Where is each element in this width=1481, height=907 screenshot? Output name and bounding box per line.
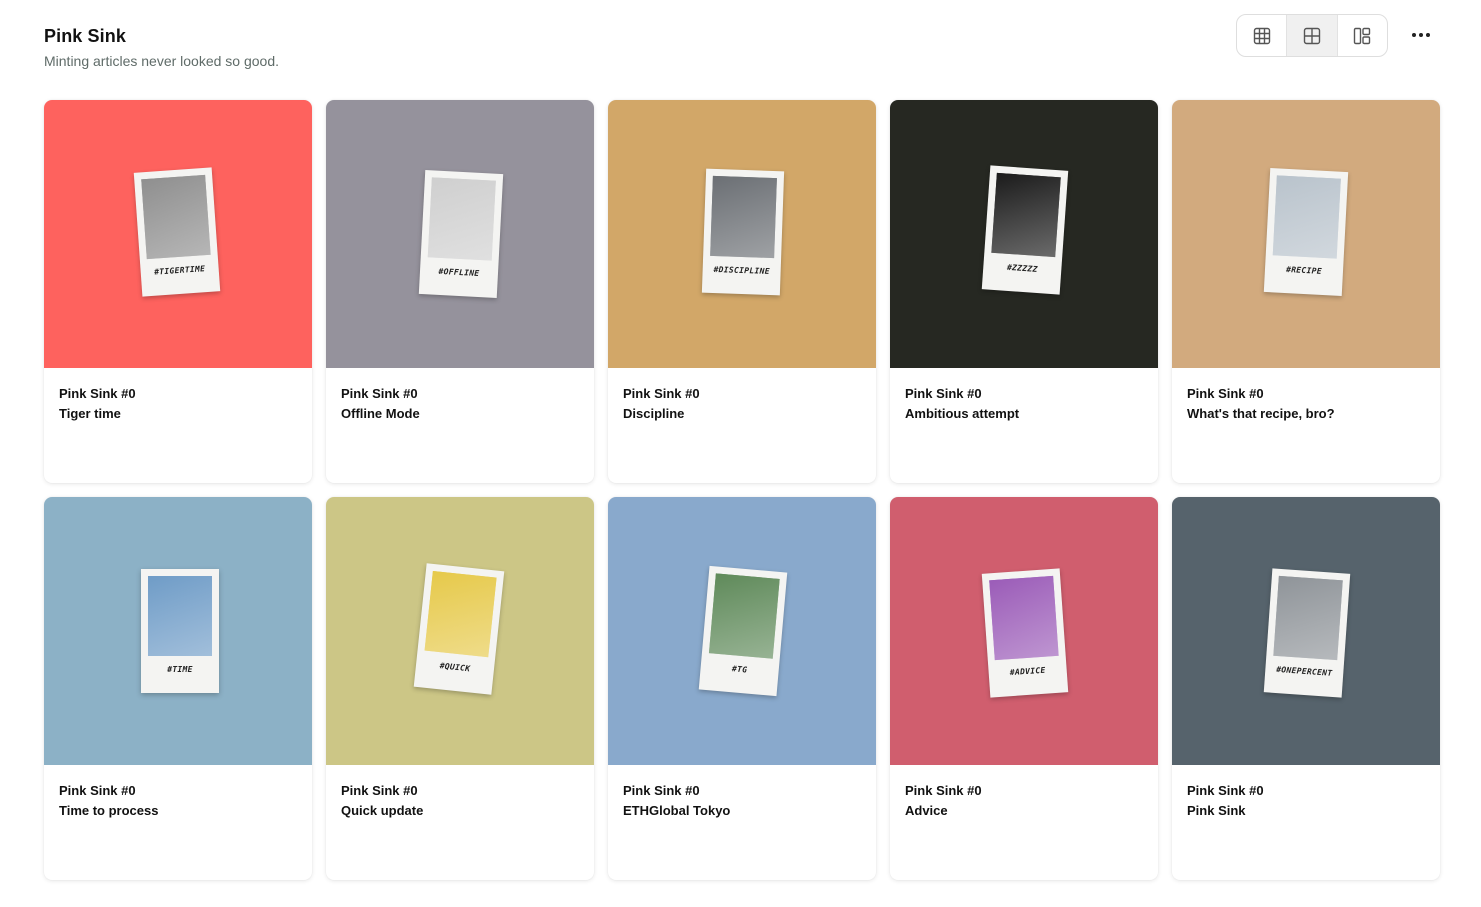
photo-tag: #TG	[731, 664, 748, 675]
photo-image	[708, 573, 780, 659]
polaroid-photo: #TIME	[141, 569, 219, 693]
photo-image	[710, 175, 777, 259]
article-grid: #TIGERTIME Pink Sink #0 Tiger time #OFFLINE…	[44, 100, 1440, 880]
card-title: Advice	[905, 803, 948, 818]
card-title: Offline Mode	[341, 406, 420, 421]
photo-tag: #ZZZZZ	[1006, 262, 1038, 274]
card-title: Ambitious attempt	[905, 406, 1020, 421]
card-series: Pink Sink #0	[905, 386, 982, 401]
photo-tag: #OFFLINE	[438, 266, 480, 279]
article-card[interactable]: #RECIPE Pink Sink #0 What's that recipe, b…	[1172, 100, 1440, 483]
article-card[interactable]: #TIME Pink Sink #0 Time to process	[44, 497, 312, 880]
more-dots-icon[interactable]	[1404, 22, 1438, 48]
card-series: Pink Sink #0	[623, 386, 700, 401]
photo-tag: #TIME	[167, 665, 193, 674]
card-series: Pink Sink #0	[1187, 783, 1264, 798]
polaroid-photo: #OFFLINE	[418, 170, 504, 298]
card-series: Pink Sink #0	[341, 386, 418, 401]
card-meta: Pink Sink #0 Offline Mode	[326, 368, 594, 421]
polaroid-photo: #ONEPERCENT	[1263, 568, 1351, 698]
photo-tag: #ONEPERCENT	[1275, 664, 1333, 678]
photo-image	[148, 576, 212, 656]
dot	[1412, 33, 1416, 37]
card-cover-image: #TIME	[44, 497, 312, 765]
photo-image	[1272, 175, 1341, 259]
view-grid-small-button[interactable]	[1237, 15, 1286, 56]
card-cover-image: #OFFLINE	[326, 100, 594, 368]
polaroid-photo: #ZZZZZ	[981, 165, 1069, 295]
page-title: Pink Sink	[44, 26, 126, 46]
photo-tag: #QUICK	[439, 661, 471, 674]
card-title: Quick update	[341, 803, 424, 818]
article-card[interactable]: #DISCIPLINE Pink Sink #0 Discipline	[608, 100, 876, 483]
card-meta: Pink Sink #0 Time to process	[44, 765, 312, 818]
card-series: Pink Sink #0	[1187, 386, 1264, 401]
photo-tag: #DISCIPLINE	[713, 264, 770, 276]
card-series: Pink Sink #0	[623, 783, 700, 798]
card-title: Discipline	[623, 406, 685, 421]
polaroid-photo: #ADVICE	[981, 568, 1069, 698]
card-series: Pink Sink #0	[341, 783, 418, 798]
card-cover-image: #ADVICE	[890, 497, 1158, 765]
card-title: Time to process	[59, 803, 159, 818]
card-meta: Pink Sink #0 Discipline	[608, 368, 876, 421]
dot	[1419, 33, 1423, 37]
photo-image	[991, 172, 1061, 258]
card-cover-image: #TIGERTIME	[44, 100, 312, 368]
article-card[interactable]: #TG Pink Sink #0 ETHGlobal Tokyo	[608, 497, 876, 880]
card-series: Pink Sink #0	[59, 783, 136, 798]
polaroid-photo: #DISCIPLINE	[701, 168, 785, 296]
card-meta: Pink Sink #0 ETHGlobal Tokyo	[608, 765, 876, 818]
card-series: Pink Sink #0	[59, 386, 136, 401]
dot	[1426, 33, 1430, 37]
card-title: Pink Sink	[1187, 803, 1246, 818]
card-series: Pink Sink #0	[905, 783, 982, 798]
polaroid-photo: #TIGERTIME	[133, 167, 221, 297]
view-switcher	[1236, 14, 1388, 57]
card-meta: Pink Sink #0 Pink Sink	[1172, 765, 1440, 818]
card-title: What's that recipe, bro?	[1187, 406, 1335, 421]
polaroid-photo: #QUICK	[413, 563, 505, 695]
article-card[interactable]: #QUICK Pink Sink #0 Quick update	[326, 497, 594, 880]
article-card[interactable]: #OFFLINE Pink Sink #0 Offline Mode	[326, 100, 594, 483]
article-card[interactable]: #TIGERTIME Pink Sink #0 Tiger time	[44, 100, 312, 483]
card-meta: Pink Sink #0 What's that recipe, bro?	[1172, 368, 1440, 421]
article-card[interactable]: #ZZZZZ Pink Sink #0 Ambitious attempt	[890, 100, 1158, 483]
photo-image	[989, 575, 1059, 661]
card-meta: Pink Sink #0 Tiger time	[44, 368, 312, 421]
card-meta: Pink Sink #0 Ambitious attempt	[890, 368, 1158, 421]
card-cover-image: #ONEPERCENT	[1172, 497, 1440, 765]
view-layout-button[interactable]	[1338, 15, 1387, 56]
card-cover-image: #DISCIPLINE	[608, 100, 876, 368]
card-cover-image: #QUICK	[326, 497, 594, 765]
card-meta: Pink Sink #0 Advice	[890, 765, 1158, 818]
photo-image	[1273, 575, 1343, 661]
article-card[interactable]: #ONEPERCENT Pink Sink #0 Pink Sink	[1172, 497, 1440, 880]
grid-large-icon	[1303, 27, 1321, 44]
article-card[interactable]: #ADVICE Pink Sink #0 Advice	[890, 497, 1158, 880]
page-header: Pink Sink Minting articles never looked …	[44, 26, 279, 69]
card-cover-image: #RECIPE	[1172, 100, 1440, 368]
polaroid-photo: #TG	[698, 565, 788, 697]
card-meta: Pink Sink #0 Quick update	[326, 765, 594, 818]
photo-tag: #TIGERTIME	[153, 264, 206, 277]
photo-image	[141, 174, 211, 260]
photo-image	[424, 570, 497, 658]
card-title: ETHGlobal Tokyo	[623, 803, 731, 818]
layout-icon	[1354, 27, 1371, 44]
photo-image	[427, 177, 496, 261]
photo-tag: #ADVICE	[1009, 665, 1046, 678]
card-cover-image: #ZZZZZ	[890, 100, 1158, 368]
card-title: Tiger time	[59, 406, 121, 421]
card-cover-image: #TG	[608, 497, 876, 765]
grid-small-icon	[1253, 27, 1270, 44]
polaroid-photo: #RECIPE	[1263, 168, 1349, 296]
page-subtitle: Minting articles never looked so good.	[44, 53, 280, 69]
view-grid-large-button[interactable]	[1286, 15, 1338, 56]
photo-tag: #RECIPE	[1285, 265, 1323, 276]
